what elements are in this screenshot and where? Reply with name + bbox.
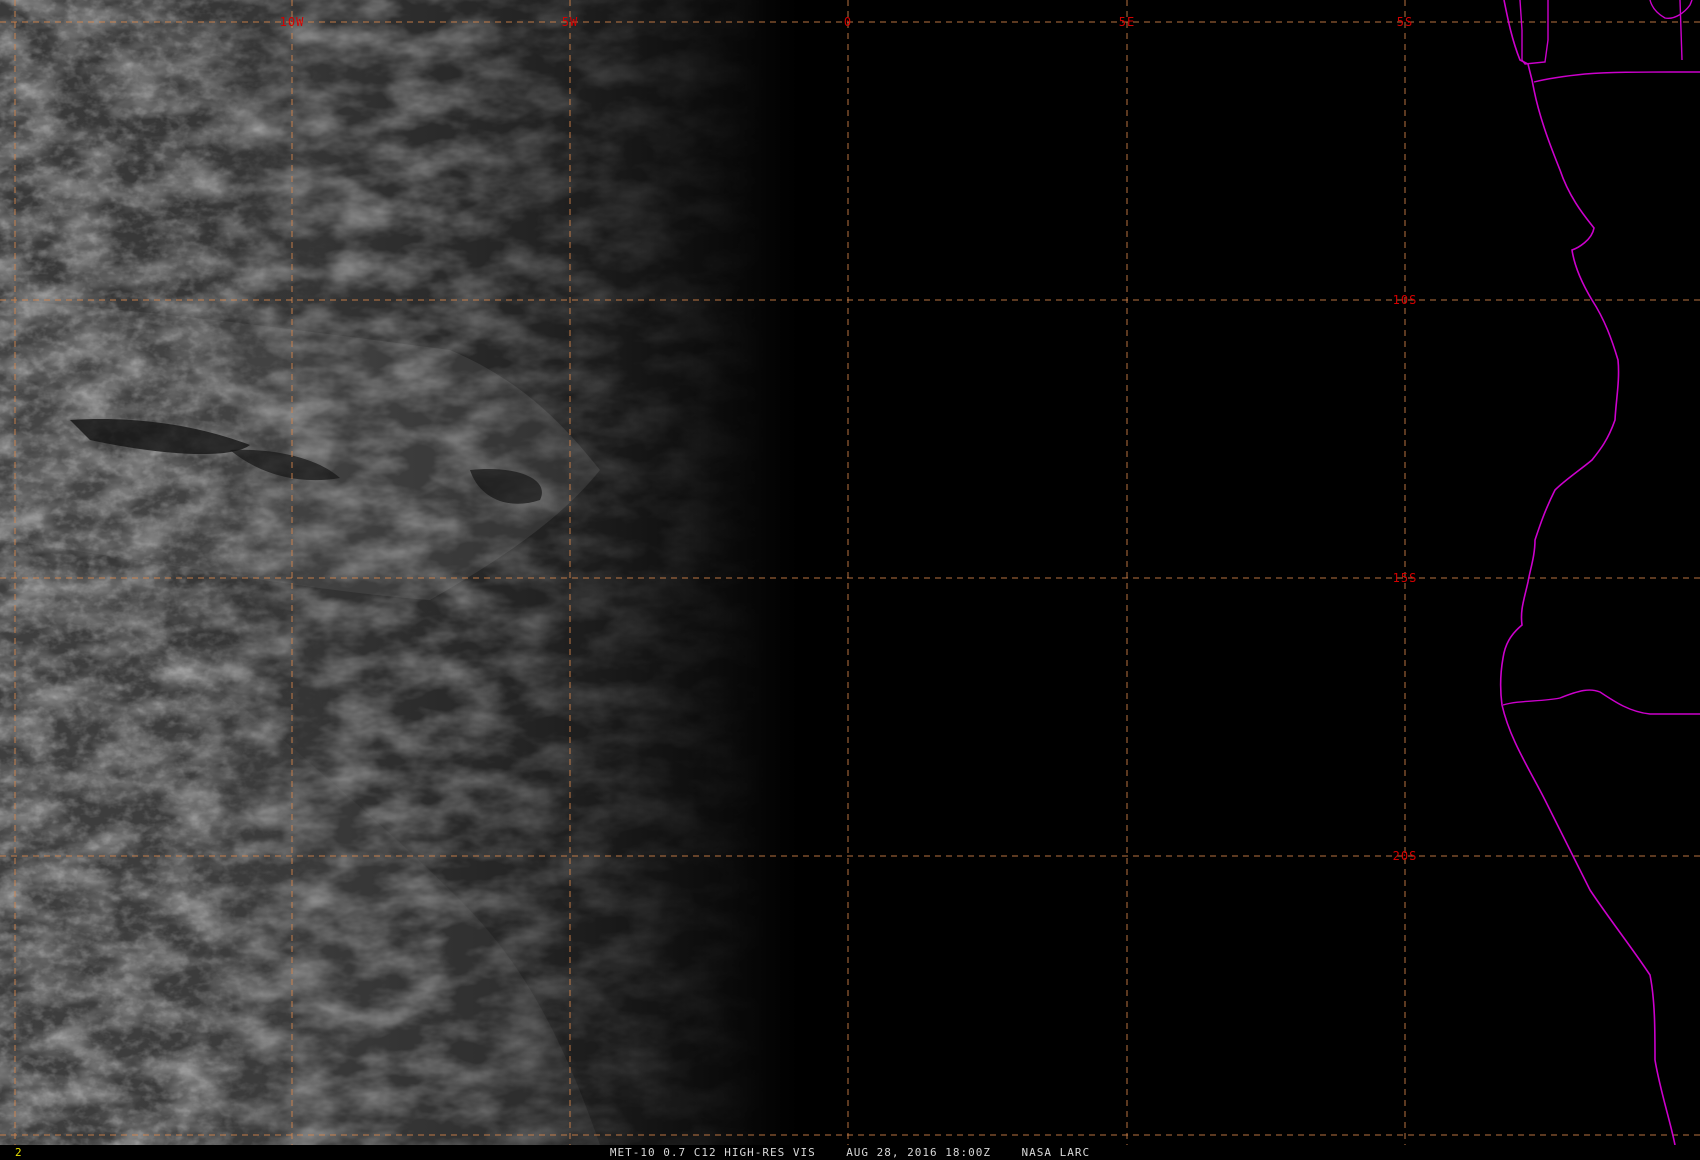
longitude-label: 5E bbox=[1119, 15, 1135, 29]
longitude-label: 10W bbox=[280, 15, 305, 29]
lat-lon-grid bbox=[0, 0, 1700, 1145]
latitude-label: 20S bbox=[1393, 849, 1418, 863]
image-caption: MET-10 0.7 C12 HIGH-RES VIS AUG 28, 2016… bbox=[0, 1146, 1700, 1159]
latitude-label: 5S bbox=[1397, 15, 1413, 29]
caption-datetime: AUG 28, 2016 18:00Z bbox=[846, 1146, 992, 1159]
latitude-label: 15S bbox=[1393, 571, 1418, 585]
latitude-label: 10S bbox=[1393, 293, 1418, 307]
caption-channel: 0.7 C12 HIGH-RES VIS bbox=[663, 1146, 816, 1159]
grid-label-layer: 10W 5W 0 5E 5S 10S 15S 20S bbox=[280, 15, 1418, 863]
map-overlay: 10W 5W 0 5E 5S 10S 15S 20S bbox=[0, 0, 1700, 1146]
satellite-image-viewer[interactable]: 10W 5W 0 5E 5S 10S 15S 20S 2 MET-10 0.7 C12 HIG… bbox=[0, 0, 1700, 1160]
longitude-label: 0 bbox=[844, 15, 852, 29]
longitude-label: 5W bbox=[562, 15, 578, 29]
caption-source: NASA LARC bbox=[1021, 1146, 1091, 1159]
coastline-outline-icon bbox=[1499, 0, 1676, 1146]
country-border-outline-icon bbox=[1502, 0, 1700, 715]
caption-satellite: MET-10 bbox=[609, 1146, 656, 1159]
